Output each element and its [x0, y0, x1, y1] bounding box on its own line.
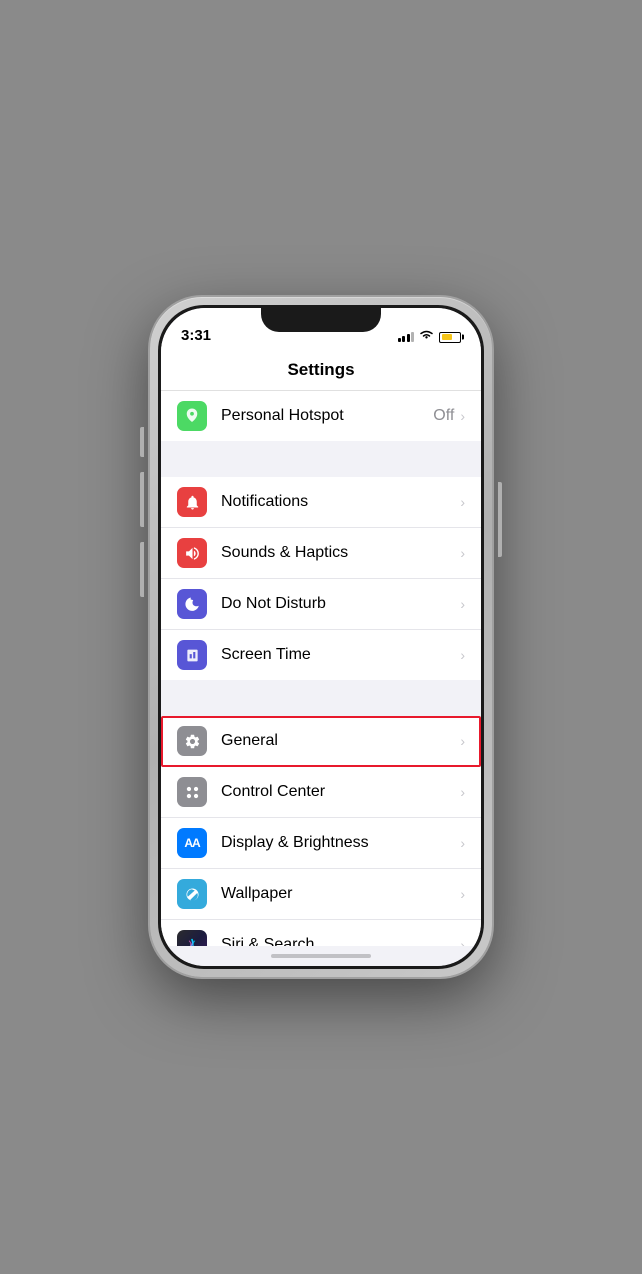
screen-time-label: Screen Time [221, 646, 460, 664]
do-not-disturb-label: Do Not Disturb [221, 595, 460, 613]
battery-status-icon [439, 332, 461, 343]
chevron-icon: › [460, 408, 465, 424]
phone-inner: 3:31 [158, 305, 484, 969]
group-notifications: Notifications › Sounds & Haptics › [161, 477, 481, 680]
power-button[interactable] [498, 482, 502, 557]
mute-button[interactable] [140, 427, 144, 457]
general-label: General [221, 732, 460, 750]
personal-hotspot-icon [177, 401, 207, 431]
row-notifications[interactable]: Notifications › [161, 477, 481, 528]
row-personal-hotspot[interactable]: Personal Hotspot Off › [161, 391, 481, 441]
wifi-icon [419, 330, 434, 344]
control-center-label: Control Center [221, 783, 460, 801]
sounds-haptics-label: Sounds & Haptics [221, 544, 460, 562]
chevron-icon: › [460, 784, 465, 800]
row-do-not-disturb[interactable]: Do Not Disturb › [161, 579, 481, 630]
siri-icon [177, 930, 207, 946]
home-bar [271, 954, 371, 958]
chevron-icon: › [460, 596, 465, 612]
row-wallpaper[interactable]: Wallpaper › [161, 869, 481, 920]
row-siri-search[interactable]: Siri & Search › [161, 920, 481, 946]
personal-hotspot-label: Personal Hotspot [221, 407, 433, 425]
row-control-center[interactable]: Control Center › [161, 767, 481, 818]
chevron-icon: › [460, 886, 465, 902]
volume-up-button[interactable] [140, 472, 144, 527]
wallpaper-label: Wallpaper [221, 885, 460, 903]
group-general: General › [161, 716, 481, 946]
wallpaper-icon [177, 879, 207, 909]
display-brightness-icon: AA [177, 828, 207, 858]
phone-frame: 3:31 [150, 297, 492, 977]
notifications-icon [177, 487, 207, 517]
notch [261, 308, 381, 332]
notifications-label: Notifications [221, 493, 460, 511]
volume-down-button[interactable] [140, 542, 144, 597]
home-indicator [161, 946, 481, 966]
chevron-icon: › [460, 494, 465, 510]
settings-list: Personal Hotspot Off › [161, 391, 481, 946]
gap-1 [161, 441, 481, 477]
row-display-brightness[interactable]: AA Display & Brightness › [161, 818, 481, 869]
chevron-icon: › [460, 545, 465, 561]
section-hotspot: Personal Hotspot Off › [161, 391, 481, 441]
general-icon [177, 726, 207, 756]
nav-bar: Settings [161, 352, 481, 391]
siri-search-label: Siri & Search [221, 936, 460, 946]
display-brightness-label: Display & Brightness [221, 834, 460, 852]
row-screen-time[interactable]: Screen Time › [161, 630, 481, 680]
personal-hotspot-value: Off [433, 407, 454, 425]
chevron-icon: › [460, 647, 465, 663]
status-icons [398, 330, 462, 346]
control-center-icon [177, 777, 207, 807]
page-title: Settings [287, 360, 354, 379]
signal-icon [398, 332, 415, 342]
section-notifications: Notifications › Sounds & Haptics › [161, 477, 481, 680]
chevron-icon: › [460, 937, 465, 946]
group-hotspot: Personal Hotspot Off › [161, 391, 481, 441]
do-not-disturb-icon [177, 589, 207, 619]
row-sounds-haptics[interactable]: Sounds & Haptics › [161, 528, 481, 579]
screen-time-icon [177, 640, 207, 670]
gap-2 [161, 680, 481, 716]
status-time: 3:31 [181, 327, 211, 346]
sounds-icon [177, 538, 207, 568]
phone-screen: 3:31 [161, 308, 481, 966]
section-general: General › [161, 716, 481, 946]
row-general[interactable]: General › [161, 716, 481, 767]
chevron-icon: › [460, 835, 465, 851]
chevron-icon: › [460, 733, 465, 749]
